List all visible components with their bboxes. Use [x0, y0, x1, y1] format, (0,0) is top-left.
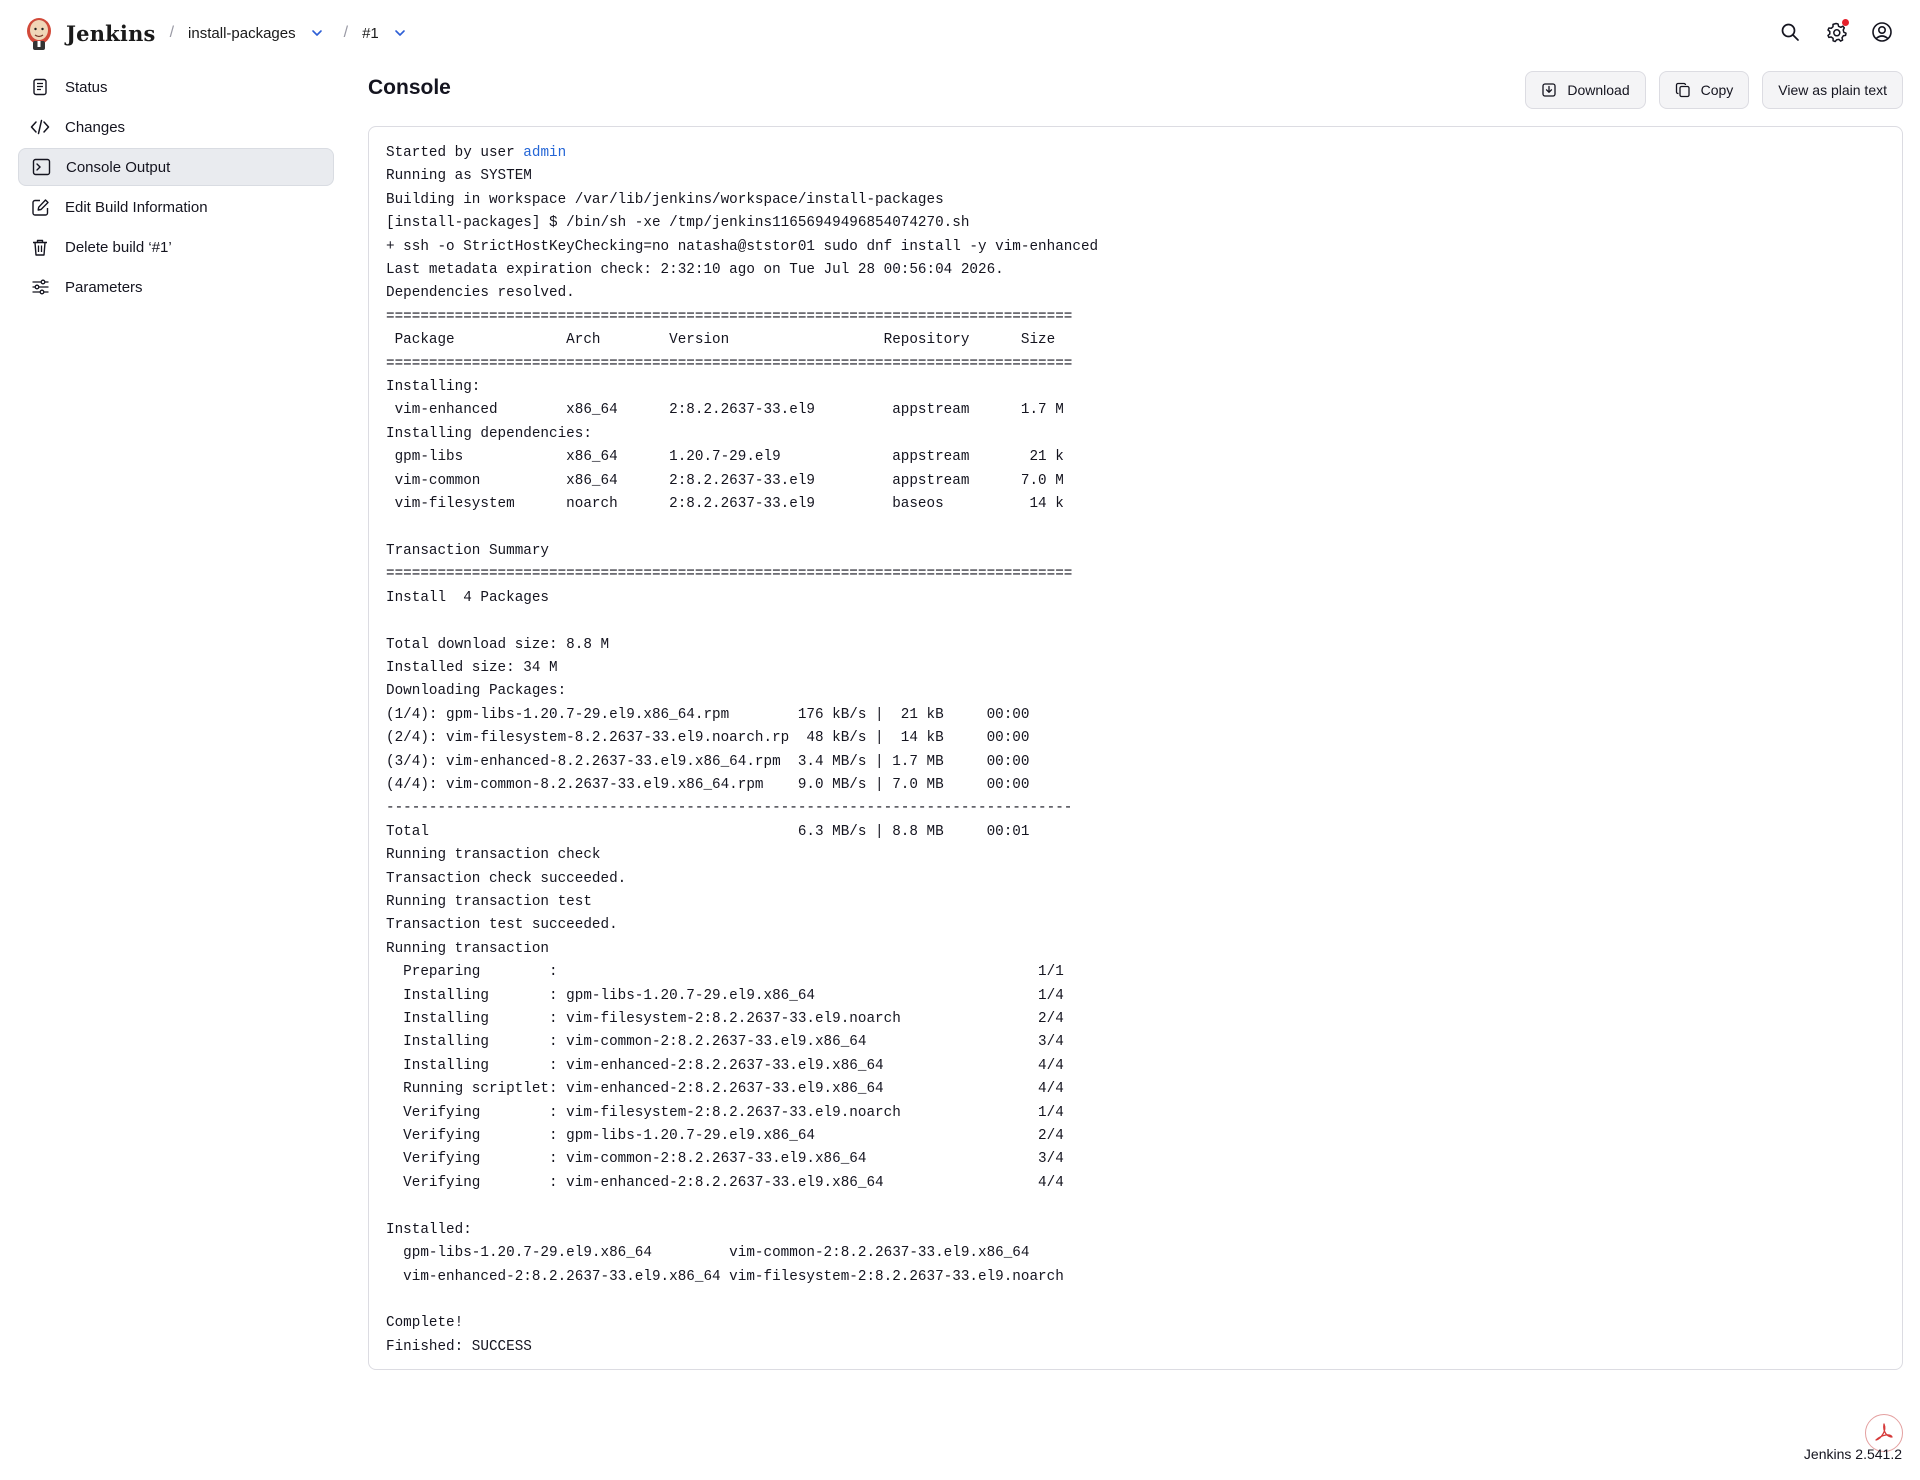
- jenkins-version[interactable]: Jenkins 2.541.2: [1804, 1446, 1902, 1462]
- sidebar-item-parameters[interactable]: Parameters: [18, 268, 334, 306]
- console-started-prefix: Started by user: [386, 145, 524, 161]
- sidebar-item-label: Delete build ‘#1’: [65, 238, 172, 256]
- console-log-body: Running as SYSTEM Building in workspace …: [386, 168, 1099, 1355]
- view-plain-text-button[interactable]: View as plain text: [1762, 71, 1903, 109]
- page-title: Console: [368, 76, 451, 99]
- download-icon: [1542, 83, 1556, 97]
- sidebar-item-label: Console Output: [66, 158, 171, 176]
- breadcrumb-job[interactable]: install-packages: [188, 25, 296, 42]
- gear-icon[interactable]: [1822, 18, 1850, 46]
- top-header: Jenkins / install-packages / #1: [0, 0, 1920, 66]
- sidebar-item-changes[interactable]: Changes: [18, 108, 334, 146]
- sidebar-item-delete-build[interactable]: Delete build ‘#1’: [18, 228, 334, 266]
- code-icon: [30, 117, 50, 137]
- search-icon[interactable]: [1776, 18, 1804, 46]
- jenkins-logo-icon[interactable]: [24, 14, 54, 52]
- edit-icon: [30, 197, 50, 217]
- console-output-text: Started by user admin Running as SYSTEM …: [386, 142, 1885, 1359]
- copy-icon: [1675, 82, 1690, 98]
- sidebar-item-status[interactable]: Status: [18, 68, 334, 106]
- sidebar-item-label: Parameters: [65, 278, 143, 296]
- copy-button[interactable]: Copy: [1658, 71, 1750, 109]
- header-actions: [1776, 18, 1896, 46]
- console-user-link[interactable]: admin: [523, 145, 566, 161]
- console-actions: Download Copy View as plain text: [1525, 71, 1903, 109]
- trash-icon: [30, 237, 50, 257]
- breadcrumb-separator: /: [169, 24, 175, 41]
- chevron-down-icon[interactable]: [389, 22, 411, 44]
- copy-button-label: Copy: [1700, 82, 1734, 98]
- user-account-icon[interactable]: [1868, 18, 1896, 46]
- notification-dot: [1842, 19, 1849, 26]
- sidebar-item-label: Changes: [65, 118, 126, 136]
- sidebar-item-label: Edit Build Information: [65, 198, 208, 216]
- sidebar-item-console-output[interactable]: Console Output: [18, 148, 334, 186]
- jenkins-brand[interactable]: Jenkins: [66, 21, 156, 46]
- console-output-panel: Started by user admin Running as SYSTEM …: [368, 126, 1903, 1370]
- terminal-icon: [31, 157, 51, 177]
- document-icon: [30, 77, 50, 97]
- sidebar-item-edit-build-information[interactable]: Edit Build Information: [18, 188, 334, 226]
- breadcrumb-separator: /: [343, 24, 349, 41]
- view-plain-text-label: View as plain text: [1778, 82, 1887, 98]
- breadcrumb-build[interactable]: #1: [362, 25, 379, 42]
- sidebar-item-label: Status: [65, 78, 108, 96]
- download-button-label: Download: [1567, 82, 1630, 98]
- download-button[interactable]: Download: [1525, 71, 1646, 109]
- sidebar: Status Changes Console Output Edit Build…: [18, 68, 334, 308]
- sliders-icon: [30, 277, 50, 297]
- chevron-down-icon[interactable]: [306, 22, 328, 44]
